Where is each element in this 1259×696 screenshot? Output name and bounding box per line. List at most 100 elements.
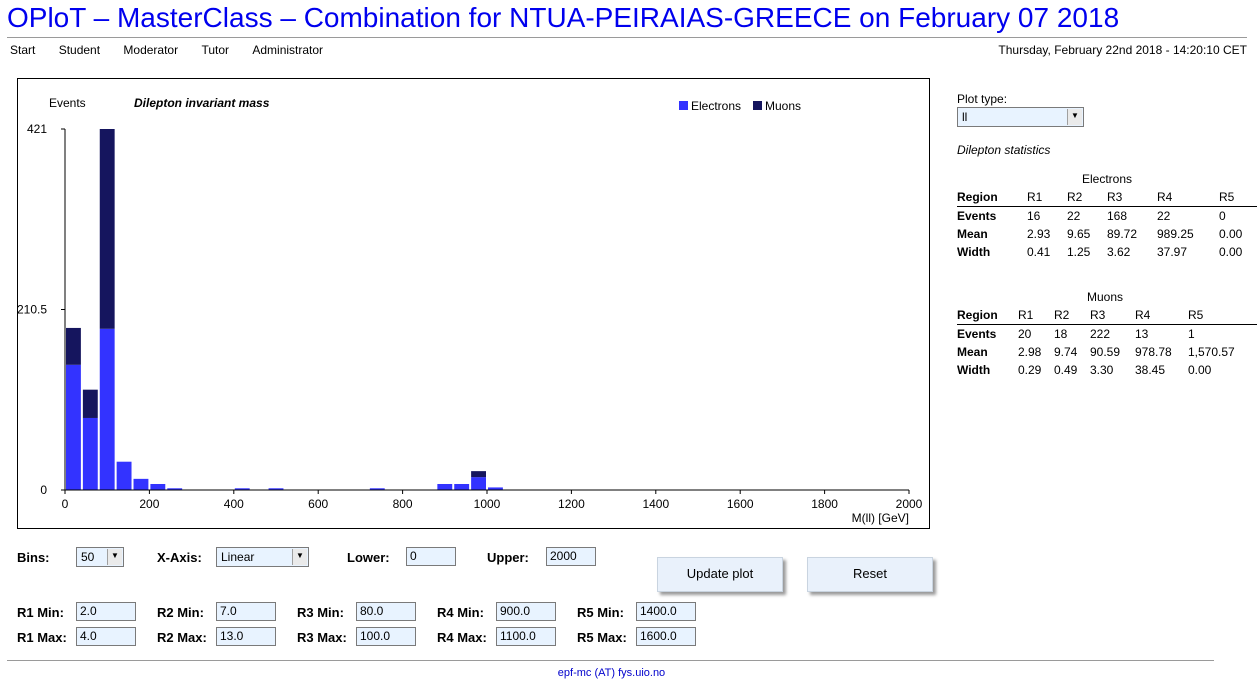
x-axis-value: Linear xyxy=(221,550,255,564)
nav-start[interactable]: Start xyxy=(10,43,35,57)
table-header: R2 xyxy=(1054,306,1090,325)
table-row: Width 0.41 1.25 3.62 37.97 0.00 xyxy=(957,243,1257,261)
table-cell: 22 xyxy=(1157,209,1171,223)
x-tick-label: 1000 xyxy=(474,497,501,511)
table-cell: 13 xyxy=(1135,327,1149,341)
legend-muons-swatch xyxy=(753,101,762,110)
muons-caption: Muons xyxy=(1087,290,1124,304)
lower-label: Lower: xyxy=(347,550,390,565)
r4-max-input[interactable]: 1100.0 xyxy=(496,627,556,646)
r3-max-label: R3 Max: xyxy=(297,630,347,645)
nav-moderator[interactable]: Moderator xyxy=(123,43,178,57)
table-row: Events 16 22 168 22 0 xyxy=(957,207,1257,226)
bar-electrons-200 xyxy=(150,483,166,490)
table-cell: 0.41 xyxy=(1027,245,1051,259)
bar-muons-960 xyxy=(471,471,486,478)
legend-electrons-label: Electrons xyxy=(691,99,741,113)
table-header: R5 xyxy=(1188,306,1257,325)
table-cell: 978.78 xyxy=(1135,345,1172,359)
x-tick-label: 1600 xyxy=(727,497,754,511)
table-header: Region xyxy=(957,306,1018,325)
table-cell: 22 xyxy=(1067,209,1081,223)
x-tick-label: 1400 xyxy=(642,497,669,511)
bar-electrons-120 xyxy=(116,461,132,490)
x-axis-label: M(ll) [GeV] xyxy=(852,511,909,525)
plot-type-value: ll xyxy=(962,110,968,124)
r4-min-input[interactable]: 900.0 xyxy=(496,602,556,621)
table-cell: 1 xyxy=(1188,327,1195,341)
upper-input[interactable]: 2000 xyxy=(546,547,596,566)
update-plot-button[interactable]: Update plot xyxy=(657,557,783,592)
table-cell: 38.45 xyxy=(1135,363,1166,377)
table-header: R1 xyxy=(1018,306,1054,325)
y-tick-label: 210.5 xyxy=(18,303,47,317)
bar-electrons-920 xyxy=(454,483,470,490)
nav-administrator[interactable]: Administrator xyxy=(252,43,323,57)
plot-type-label: Plot type: xyxy=(957,92,1008,106)
r3-min-label: R3 Min: xyxy=(297,605,344,620)
table-cell: 0.00 xyxy=(1188,363,1212,377)
x-tick-label: 200 xyxy=(139,497,159,511)
nav-tutor[interactable]: Tutor xyxy=(201,43,229,57)
r5-max-input[interactable]: 1600.0 xyxy=(636,627,696,646)
upper-label: Upper: xyxy=(487,550,529,565)
lower-input[interactable]: 0 xyxy=(406,547,456,566)
axis-layer: 0 210.5 421 0 200 400 600 800 1000 1200 1400 1600 18… xyxy=(18,122,923,511)
electrons-caption: Electrons xyxy=(1081,172,1133,186)
table-header: R2 xyxy=(1067,188,1107,207)
x-axis-select-label: X-Axis: xyxy=(157,550,202,565)
r2-max-label: R2 Max: xyxy=(157,630,207,645)
r4-max-label: R4 Max: xyxy=(437,630,487,645)
x-tick-label: 400 xyxy=(224,497,244,511)
histogram-chart: Events Dilepton invariant mass Electrons… xyxy=(18,96,923,525)
nav-student[interactable]: Student xyxy=(59,43,100,57)
table-cell: 1,570.57 xyxy=(1188,345,1235,359)
legend-muons-label: Muons xyxy=(765,99,801,113)
table-row: Mean 2.93 9.65 89.72 989.25 0.00 xyxy=(957,225,1257,243)
table-cell: 0.00 xyxy=(1219,227,1243,241)
table-cell: 168 xyxy=(1107,209,1128,223)
row-label: Width xyxy=(957,363,991,377)
footer-contact[interactable]: epf-mc (AT) fys.uio.no xyxy=(0,667,1223,679)
table-cell: 222 xyxy=(1090,327,1111,341)
r2-min-input[interactable]: 7.0 xyxy=(216,602,276,621)
chevron-down-icon: ▼ xyxy=(107,549,122,565)
table-header: Region xyxy=(957,188,1027,207)
y-axis-label: Events xyxy=(49,96,86,110)
bins-label: Bins: xyxy=(17,550,50,565)
table-cell: 9.65 xyxy=(1067,227,1091,241)
table-cell: 0 xyxy=(1219,209,1226,223)
table-header: R3 xyxy=(1107,188,1157,207)
reset-button[interactable]: Reset xyxy=(807,557,933,592)
r1-max-label: R1 Max: xyxy=(17,630,67,645)
table-cell: 18 xyxy=(1054,327,1068,341)
electrons-stats-table: Electrons Region R1 R2 R3 R4 R5 Events 1… xyxy=(957,170,1257,261)
muons-stats-table: Muons Region R1 R2 R3 R4 R5 Events 20 18… xyxy=(957,288,1257,379)
r1-max-input[interactable]: 4.0 xyxy=(76,627,136,646)
plot-type-select[interactable]: ll ▼ xyxy=(957,107,1084,127)
table-cell: 2.93 xyxy=(1027,227,1051,241)
r3-min-input[interactable]: 80.0 xyxy=(356,602,416,621)
bins-value: 50 xyxy=(81,550,95,564)
table-cell: 989.25 xyxy=(1157,227,1194,241)
r5-min-input[interactable]: 1400.0 xyxy=(636,602,696,621)
r4-min-label: R4 Min: xyxy=(437,605,484,620)
table-cell: 1.25 xyxy=(1067,245,1091,259)
r1-min-input[interactable]: 2.0 xyxy=(76,602,136,621)
table-cell: 3.62 xyxy=(1107,245,1131,259)
r2-max-input[interactable]: 13.0 xyxy=(216,627,276,646)
table-cell: 16 xyxy=(1027,209,1041,223)
table-row: Width 0.29 0.49 3.30 38.45 0.00 xyxy=(957,361,1257,379)
row-label: Width xyxy=(957,245,991,259)
main-nav: Start Student Moderator Tutor Administra… xyxy=(10,43,343,57)
current-datetime: Thursday, February 22nd 2018 - 14:20:10 … xyxy=(998,43,1247,57)
bar-electrons-40 xyxy=(82,417,98,490)
x-axis-select[interactable]: Linear ▼ xyxy=(216,547,309,567)
row-label: Mean xyxy=(957,227,988,241)
table-cell: 90.59 xyxy=(1090,345,1121,359)
x-tick-label: 1800 xyxy=(811,497,838,511)
bins-select[interactable]: 50 ▼ xyxy=(76,547,124,567)
chevron-down-icon: ▼ xyxy=(1067,109,1082,125)
r3-max-input[interactable]: 100.0 xyxy=(356,627,416,646)
table-cell: 37.97 xyxy=(1157,245,1188,259)
